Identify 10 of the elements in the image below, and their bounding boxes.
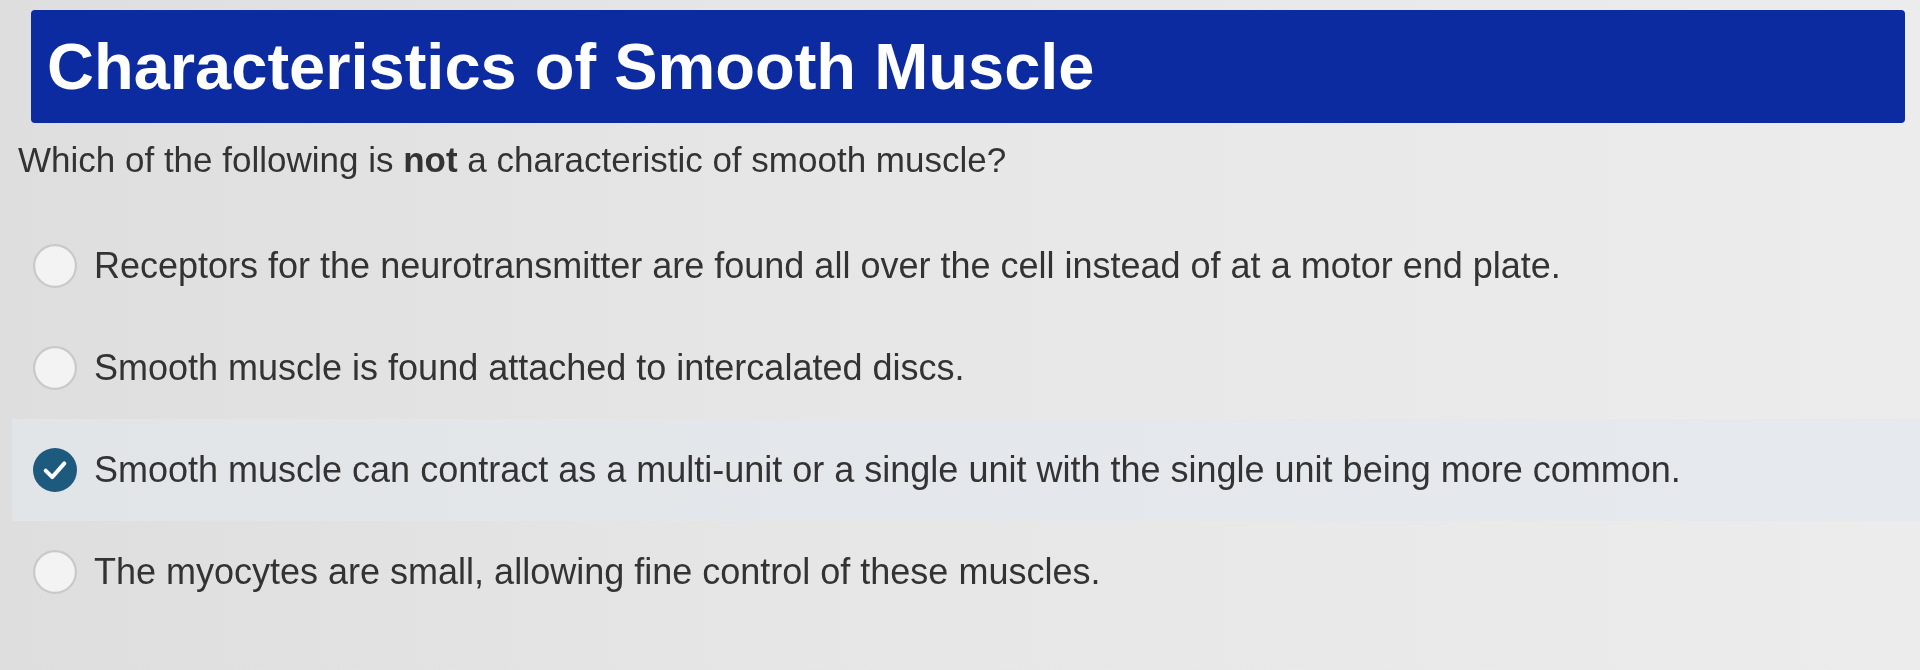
radio-button[interactable] xyxy=(33,346,77,390)
option-label: The myocytes are small, allowing fine control of these muscles. xyxy=(94,550,1101,594)
page-title: Characteristics of Smooth Muscle xyxy=(47,30,1095,103)
radio-button[interactable] xyxy=(33,244,77,288)
question-text: Which of the following is not a characteristic of smooth muscle? xyxy=(18,140,1007,180)
option-label: Receptors for the neurotransmitter are found all over the cell instead of at a motor end plate. xyxy=(94,244,1561,288)
option-label: Smooth muscle can contract as a multi-unit or a single unit with the single unit being more common. xyxy=(94,448,1681,492)
option-label: Smooth muscle is found attached to intercalated discs. xyxy=(94,346,965,390)
radio-button[interactable] xyxy=(33,448,77,492)
radio-button[interactable] xyxy=(33,550,77,594)
